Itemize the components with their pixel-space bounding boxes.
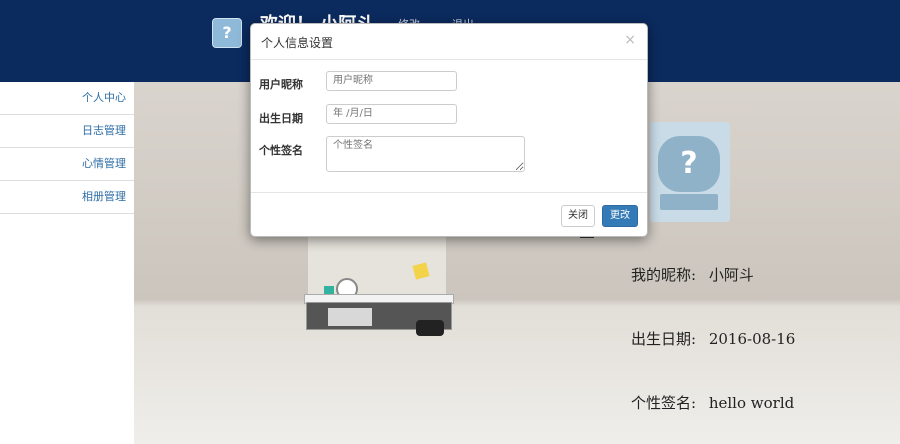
close-button[interactable]: 关闭: [561, 205, 595, 227]
modal-title: 个人信息设置: [261, 36, 334, 50]
close-icon[interactable]: ×: [624, 32, 636, 48]
modal-divider: [251, 59, 647, 60]
username-label: 用户昵称: [259, 78, 303, 91]
username-input[interactable]: [326, 71, 457, 91]
birthday-field-label: 出生日期: [259, 112, 303, 125]
settings-modal: 个人信息设置 × 用户昵称 出生日期 个性签名 关闭 更改: [250, 23, 648, 237]
modal-footer-divider: [251, 192, 647, 193]
signature-field-label: 个性签名: [259, 144, 303, 157]
birthday-input[interactable]: [326, 104, 457, 124]
signature-input[interactable]: [326, 136, 525, 172]
submit-button[interactable]: 更改: [602, 205, 638, 227]
